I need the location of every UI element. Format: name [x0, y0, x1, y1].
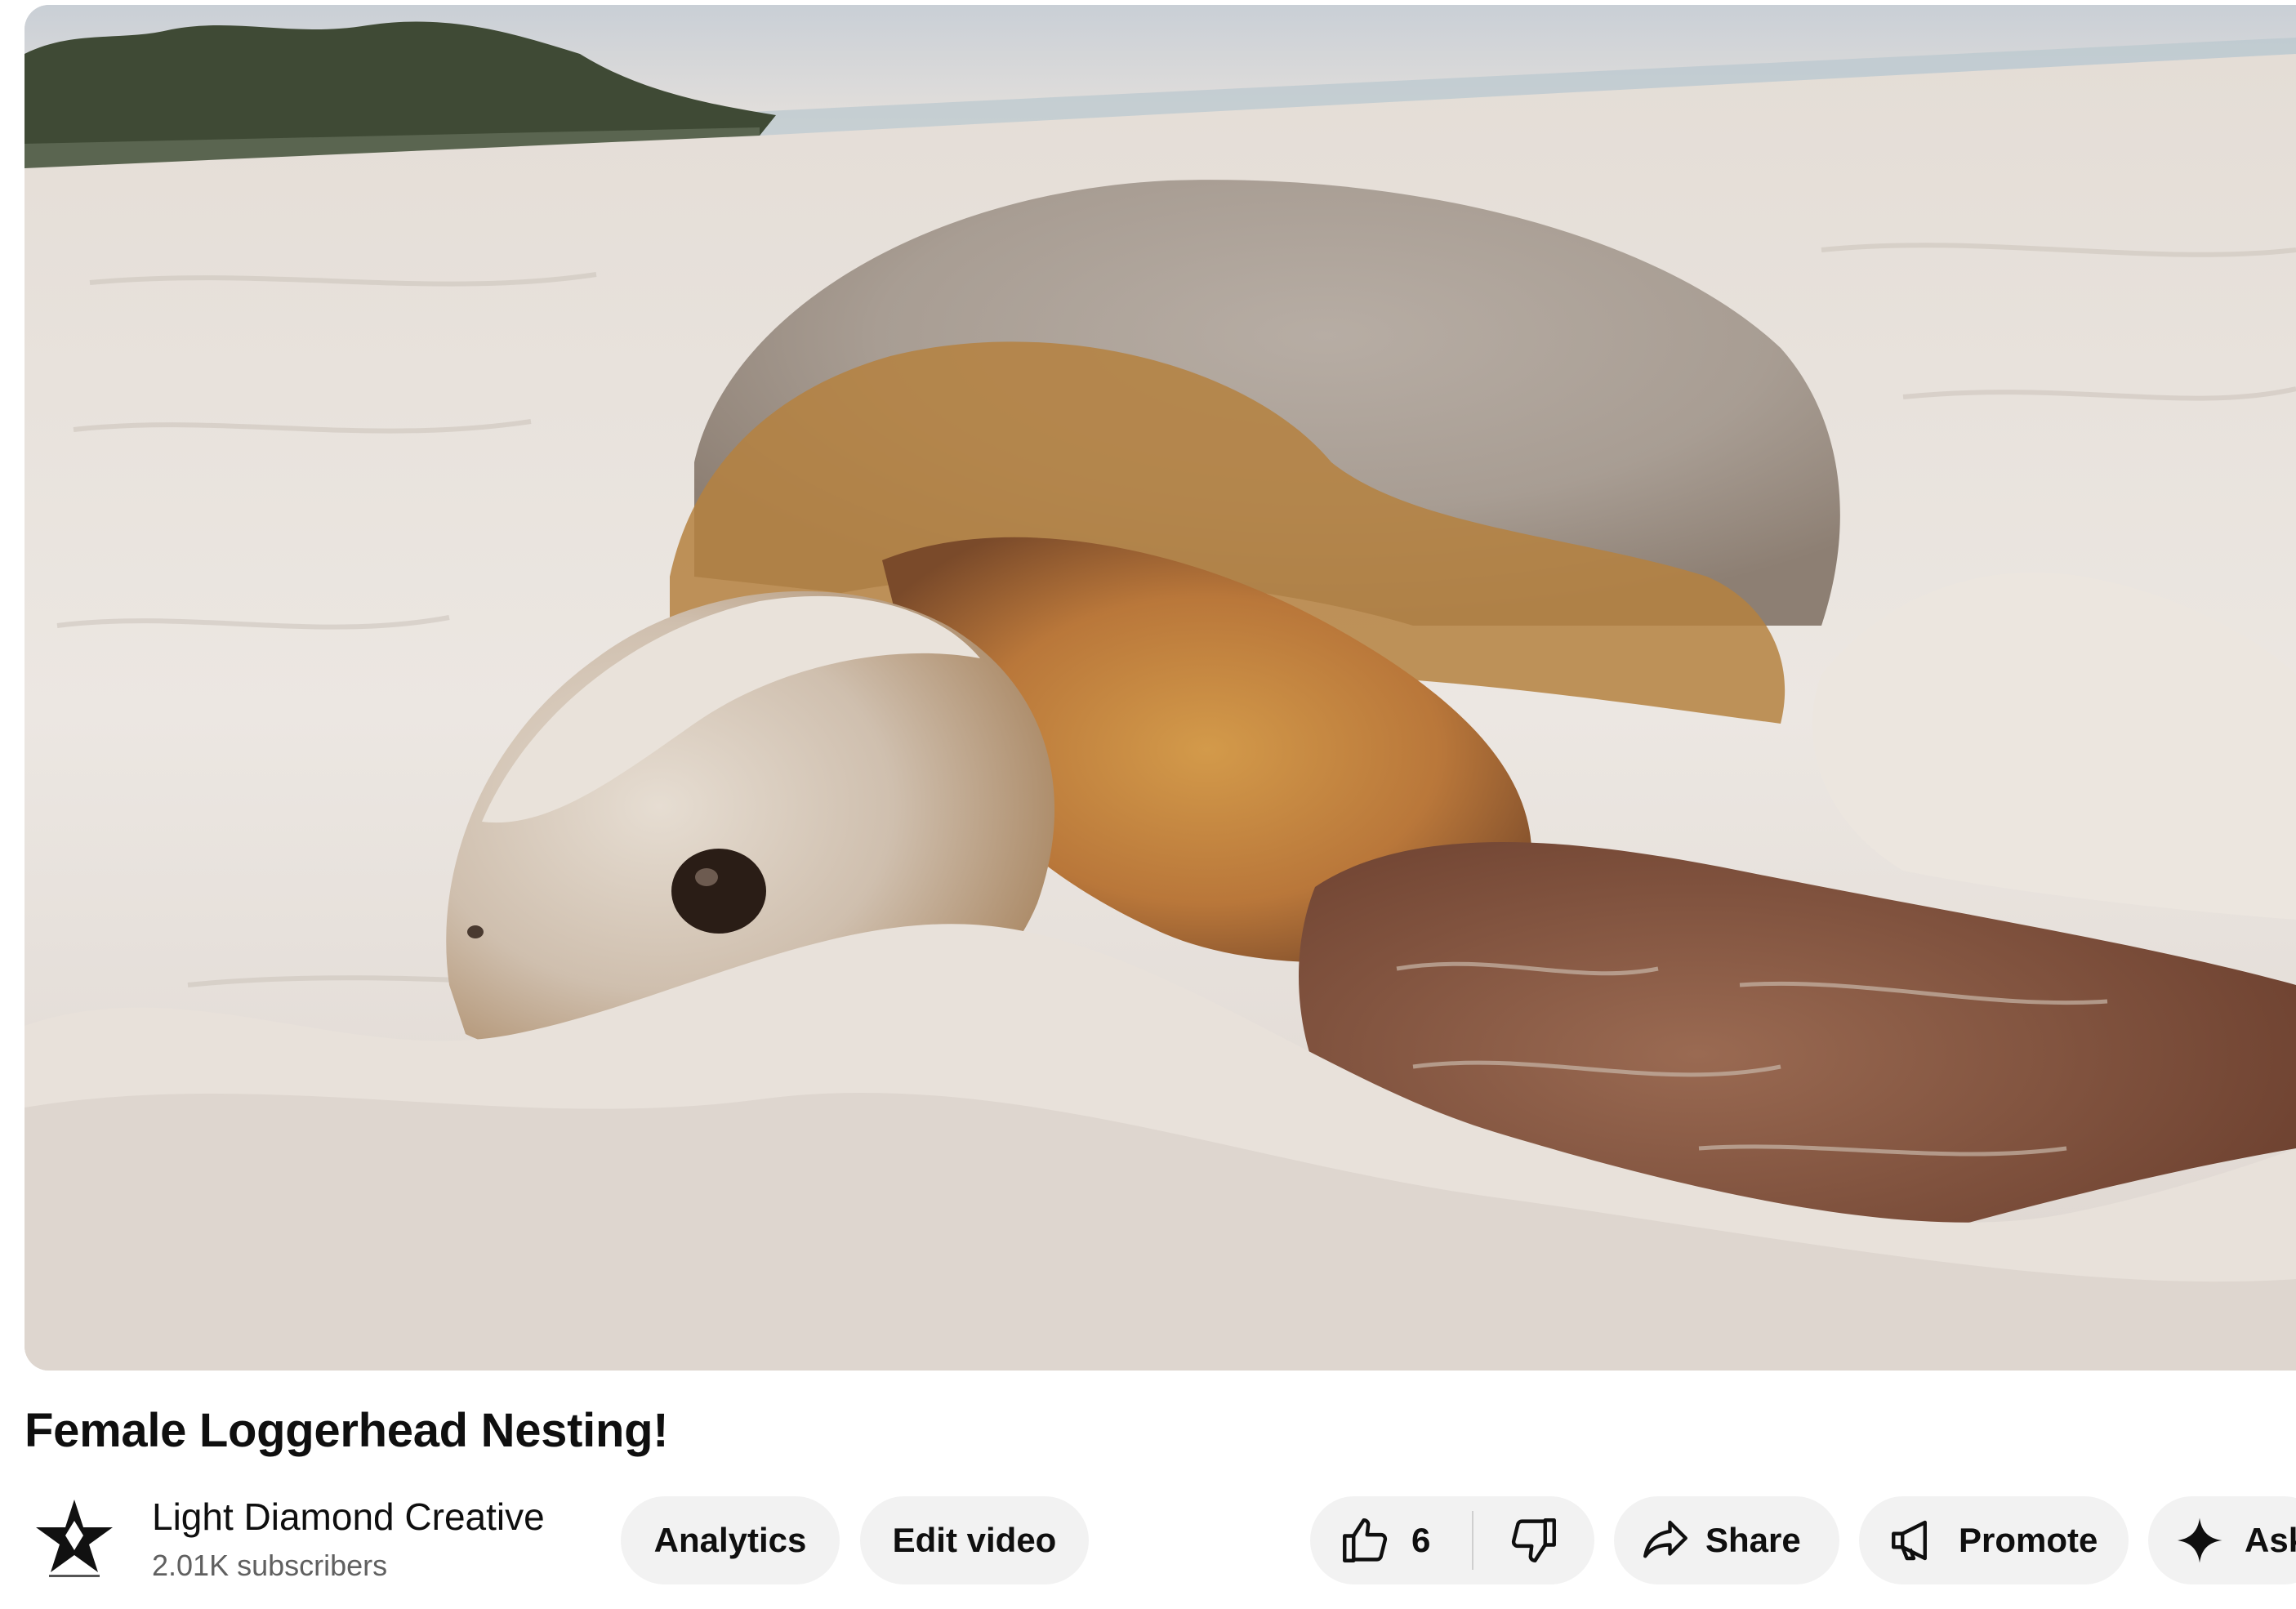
ask-button[interactable]: Ask [2148, 1496, 2296, 1584]
share-arrow-icon [1638, 1513, 1692, 1567]
share-button[interactable]: Share [1614, 1496, 1839, 1584]
video-player[interactable] [25, 5, 2296, 1371]
edit-video-label: Edit video [892, 1521, 1057, 1559]
like-button[interactable]: 6 [1310, 1496, 1465, 1584]
promote-button[interactable]: Promote [1859, 1496, 2129, 1584]
analytics-button[interactable]: Analytics [621, 1496, 840, 1584]
edit-video-button[interactable]: Edit video [860, 1496, 1089, 1584]
promote-label: Promote [1959, 1521, 2098, 1559]
sparkle-icon [2173, 1513, 2227, 1567]
video-frame [25, 5, 2296, 1371]
video-title: Female Loggerhead Nesting! [25, 1404, 669, 1457]
ask-label: Ask [2245, 1521, 2296, 1559]
star-diamond-logo-icon [25, 1489, 123, 1587]
thumb-down-icon [1507, 1513, 1561, 1567]
megaphone-icon [1887, 1513, 1941, 1567]
subscriber-count: 2.01K subscribers [152, 1549, 388, 1582]
channel-name[interactable]: Light Diamond Creative [152, 1495, 545, 1539]
dislike-button[interactable] [1473, 1496, 1594, 1584]
like-count: 6 [1411, 1521, 1431, 1559]
analytics-label: Analytics [653, 1521, 807, 1559]
thumb-up-icon [1338, 1513, 1392, 1567]
like-dislike-group: 6 [1310, 1496, 1594, 1584]
share-label: Share [1705, 1521, 1801, 1559]
channel-avatar[interactable] [25, 1488, 124, 1588]
